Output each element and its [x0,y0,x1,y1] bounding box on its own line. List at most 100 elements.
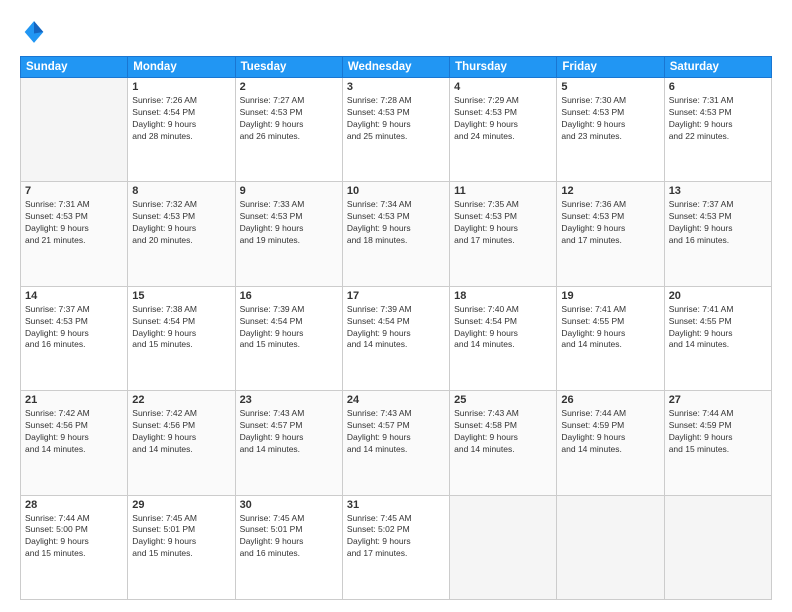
calendar-cell: 20 Sunrise: 7:41 AM Sunset: 4:55 PM Dayli… [664,286,771,390]
day-number: 8 [132,185,230,197]
calendar-cell: 5 Sunrise: 7:30 AM Sunset: 4:53 PM Daylig… [557,78,664,182]
calendar-cell: 30 Sunrise: 7:45 AM Sunset: 5:01 PM Dayli… [235,495,342,599]
calendar-cell: 31 Sunrise: 7:45 AM Sunset: 5:02 PM Dayli… [342,495,449,599]
calendar-cell: 13 Sunrise: 7:37 AM Sunset: 4:53 PM Dayli… [664,182,771,286]
day-info: Sunrise: 7:45 AM Sunset: 5:01 PM Dayligh… [132,513,230,561]
day-number: 28 [25,499,123,511]
day-number: 22 [132,394,230,406]
logo [20,18,52,46]
day-number: 9 [240,185,338,197]
weekday-header: Tuesday [235,57,342,78]
day-info: Sunrise: 7:37 AM Sunset: 4:53 PM Dayligh… [669,199,767,247]
calendar-cell [664,495,771,599]
day-info: Sunrise: 7:40 AM Sunset: 4:54 PM Dayligh… [454,304,552,352]
weekday-header: Wednesday [342,57,449,78]
day-info: Sunrise: 7:44 AM Sunset: 4:59 PM Dayligh… [669,408,767,456]
calendar-cell: 4Sunrise: 7:29 AM Sunset: 4:53 PM Daylig… [450,78,557,182]
day-info: Sunrise: 7:29 AM Sunset: 4:53 PM Dayligh… [454,95,552,143]
calendar-cell: 19 Sunrise: 7:41 AM Sunset: 4:55 PM Dayli… [557,286,664,390]
day-number: 29 [132,499,230,511]
day-info: Sunrise: 7:41 AM Sunset: 4:55 PM Dayligh… [561,304,659,352]
day-number: 10 [347,185,445,197]
calendar-cell: 22 Sunrise: 7:42 AM Sunset: 4:56 PM Dayli… [128,391,235,495]
calendar-week-row: 21 Sunrise: 7:42 AM Sunset: 4:56 PM Dayli… [21,391,772,495]
day-info: Sunrise: 7:45 AM Sunset: 5:01 PM Dayligh… [240,513,338,561]
day-info: Sunrise: 7:30 AM Sunset: 4:53 PM Dayligh… [561,95,659,143]
day-info: Sunrise: 7:38 AM Sunset: 4:54 PM Dayligh… [132,304,230,352]
weekday-header: Monday [128,57,235,78]
day-info: Sunrise: 7:36 AM Sunset: 4:53 PM Dayligh… [561,199,659,247]
day-number: 3 [347,81,445,93]
day-info: Sunrise: 7:28 AM Sunset: 4:53 PM Dayligh… [347,95,445,143]
day-info: Sunrise: 7:39 AM Sunset: 4:54 PM Dayligh… [347,304,445,352]
calendar-cell: 29 Sunrise: 7:45 AM Sunset: 5:01 PM Dayli… [128,495,235,599]
calendar-cell: 15 Sunrise: 7:38 AM Sunset: 4:54 PM Dayli… [128,286,235,390]
day-number: 15 [132,290,230,302]
day-number: 21 [25,394,123,406]
day-number: 11 [454,185,552,197]
day-info: Sunrise: 7:31 AM Sunset: 4:53 PM Dayligh… [25,199,123,247]
weekday-header: Sunday [21,57,128,78]
day-number: 14 [25,290,123,302]
weekday-header: Thursday [450,57,557,78]
day-info: Sunrise: 7:37 AM Sunset: 4:53 PM Dayligh… [25,304,123,352]
calendar-cell: 2 Sunrise: 7:27 AM Sunset: 4:53 PM Daylig… [235,78,342,182]
day-info: Sunrise: 7:26 AM Sunset: 4:54 PM Dayligh… [132,95,230,143]
calendar-cell: 12 Sunrise: 7:36 AM Sunset: 4:53 PM Dayli… [557,182,664,286]
day-info: Sunrise: 7:27 AM Sunset: 4:53 PM Dayligh… [240,95,338,143]
day-number: 19 [561,290,659,302]
calendar-cell: 3 Sunrise: 7:28 AM Sunset: 4:53 PM Daylig… [342,78,449,182]
day-number: 20 [669,290,767,302]
calendar-cell: 11 Sunrise: 7:35 AM Sunset: 4:53 PM Dayli… [450,182,557,286]
page: SundayMondayTuesdayWednesdayThursdayFrid… [0,0,792,612]
calendar-cell: 18Sunrise: 7:40 AM Sunset: 4:54 PM Dayli… [450,286,557,390]
calendar-cell: 21 Sunrise: 7:42 AM Sunset: 4:56 PM Dayli… [21,391,128,495]
day-number: 5 [561,81,659,93]
day-number: 7 [25,185,123,197]
calendar-cell: 24Sunrise: 7:43 AM Sunset: 4:57 PM Dayli… [342,391,449,495]
calendar-cell: 28 Sunrise: 7:44 AM Sunset: 5:00 PM Dayli… [21,495,128,599]
day-info: Sunrise: 7:42 AM Sunset: 4:56 PM Dayligh… [132,408,230,456]
calendar-cell [557,495,664,599]
day-info: Sunrise: 7:44 AM Sunset: 4:59 PM Dayligh… [561,408,659,456]
day-info: Sunrise: 7:44 AM Sunset: 5:00 PM Dayligh… [25,513,123,561]
day-number: 2 [240,81,338,93]
calendar-week-row: 1Sunrise: 7:26 AM Sunset: 4:54 PM Daylig… [21,78,772,182]
day-info: Sunrise: 7:42 AM Sunset: 4:56 PM Dayligh… [25,408,123,456]
calendar-cell: 10 Sunrise: 7:34 AM Sunset: 4:53 PM Dayli… [342,182,449,286]
day-info: Sunrise: 7:34 AM Sunset: 4:53 PM Dayligh… [347,199,445,247]
calendar-cell: 8 Sunrise: 7:32 AM Sunset: 4:53 PM Daylig… [128,182,235,286]
day-info: Sunrise: 7:32 AM Sunset: 4:53 PM Dayligh… [132,199,230,247]
day-number: 17 [347,290,445,302]
calendar-cell: 23 Sunrise: 7:43 AM Sunset: 4:57 PM Dayli… [235,391,342,495]
day-number: 26 [561,394,659,406]
logo-icon [20,18,48,46]
day-info: Sunrise: 7:41 AM Sunset: 4:55 PM Dayligh… [669,304,767,352]
day-number: 30 [240,499,338,511]
day-info: Sunrise: 7:35 AM Sunset: 4:53 PM Dayligh… [454,199,552,247]
header [20,18,772,46]
day-info: Sunrise: 7:45 AM Sunset: 5:02 PM Dayligh… [347,513,445,561]
day-info: Sunrise: 7:43 AM Sunset: 4:57 PM Dayligh… [347,408,445,456]
calendar-header-row: SundayMondayTuesdayWednesdayThursdayFrid… [21,57,772,78]
day-number: 13 [669,185,767,197]
calendar-cell: 14 Sunrise: 7:37 AM Sunset: 4:53 PM Dayli… [21,286,128,390]
day-number: 6 [669,81,767,93]
day-number: 23 [240,394,338,406]
day-info: Sunrise: 7:33 AM Sunset: 4:53 PM Dayligh… [240,199,338,247]
day-info: Sunrise: 7:43 AM Sunset: 4:58 PM Dayligh… [454,408,552,456]
day-info: Sunrise: 7:43 AM Sunset: 4:57 PM Dayligh… [240,408,338,456]
calendar-cell: 17 Sunrise: 7:39 AM Sunset: 4:54 PM Dayli… [342,286,449,390]
calendar-cell: 26 Sunrise: 7:44 AM Sunset: 4:59 PM Dayli… [557,391,664,495]
calendar-cell [450,495,557,599]
calendar-week-row: 14 Sunrise: 7:37 AM Sunset: 4:53 PM Dayli… [21,286,772,390]
day-number: 27 [669,394,767,406]
day-number: 25 [454,394,552,406]
day-number: 12 [561,185,659,197]
weekday-header: Friday [557,57,664,78]
day-number: 31 [347,499,445,511]
calendar-cell: 27 Sunrise: 7:44 AM Sunset: 4:59 PM Dayli… [664,391,771,495]
weekday-header: Saturday [664,57,771,78]
calendar-week-row: 28 Sunrise: 7:44 AM Sunset: 5:00 PM Dayli… [21,495,772,599]
day-number: 16 [240,290,338,302]
